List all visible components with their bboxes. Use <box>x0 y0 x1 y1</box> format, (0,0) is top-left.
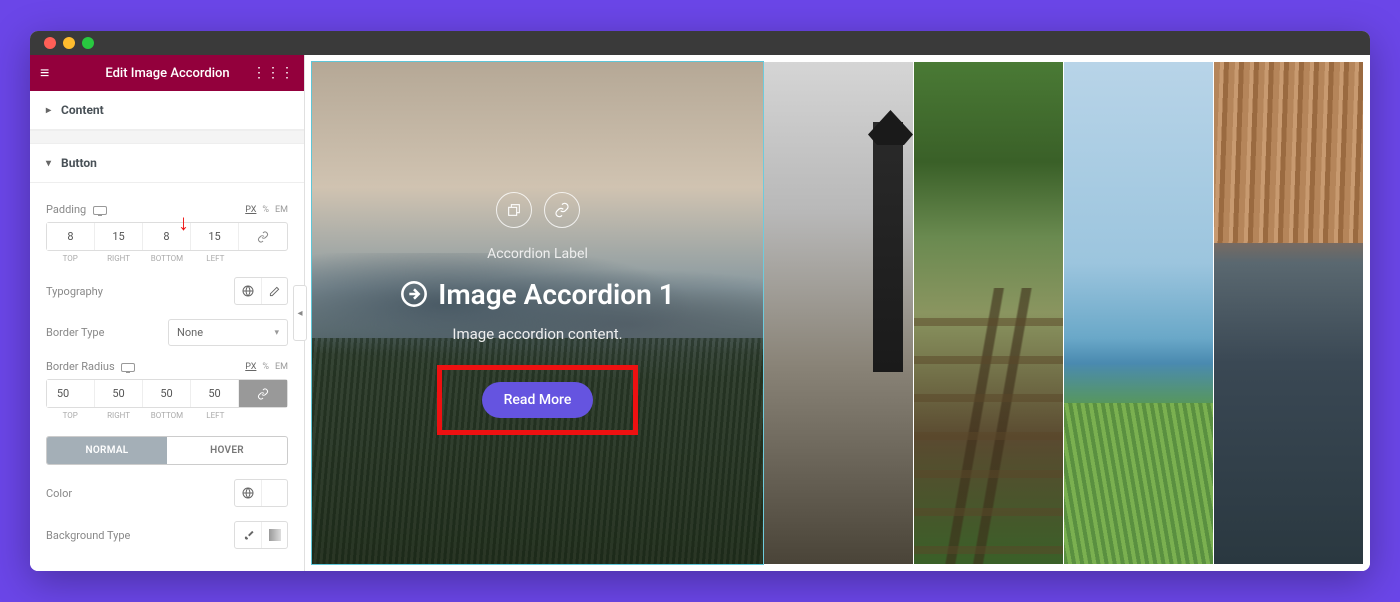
section-button-body: Padding PX % EM <box>30 183 304 571</box>
padding-bottom-input[interactable] <box>143 223 191 250</box>
window-maximize-icon[interactable] <box>82 37 94 49</box>
globe-icon <box>242 487 254 499</box>
color-label: Color <box>46 487 72 500</box>
border-type-value: None <box>177 326 203 339</box>
accordion-title: Image Accordion 1 <box>438 278 674 311</box>
state-tabs: NORMAL HOVER <box>46 436 288 465</box>
bg-type-row: Background Type <box>46 521 288 549</box>
padding-right-input[interactable] <box>95 223 143 250</box>
radius-top-input[interactable] <box>47 380 95 407</box>
collapse-sidebar-handle[interactable]: ◂ <box>293 285 307 341</box>
responsive-icon[interactable] <box>93 206 107 215</box>
section-button-toggle[interactable]: Button <box>30 144 304 183</box>
window-close-icon[interactable] <box>44 37 56 49</box>
border-radius-label: Border Radius <box>46 360 135 373</box>
radius-bottom-input[interactable] <box>143 380 191 407</box>
expand-icon <box>506 202 522 218</box>
accordion-item-1[interactable]: Accordion Label Image Accordion 1 Image … <box>312 62 763 564</box>
accordion-title-row: Image Accordion 1 <box>400 278 674 311</box>
typography-label: Typography <box>46 285 103 298</box>
pencil-icon <box>269 286 280 297</box>
padding-left-input[interactable] <box>191 223 239 250</box>
panel-header: ≡ Edit Image Accordion ⋮⋮⋮ <box>30 55 304 91</box>
window-minimize-icon[interactable] <box>63 37 75 49</box>
accordion-item-5[interactable] <box>1213 62 1363 564</box>
window-titlebar <box>30 31 1370 55</box>
radius-sublabels: TOP RIGHT BOTTOM LEFT <box>46 411 288 420</box>
section-content-label: Content <box>61 103 104 117</box>
unit-px[interactable]: PX <box>245 205 256 215</box>
padding-row: Padding PX % EM <box>46 203 288 216</box>
editor-sidebar: ≡ Edit Image Accordion ⋮⋮⋮ Content Butto… <box>30 55 305 571</box>
border-radius-row: Border Radius PX % EM <box>46 360 288 373</box>
section-content-toggle[interactable]: Content <box>30 91 304 130</box>
accordion-image-2 <box>764 62 913 564</box>
unit-pct[interactable]: % <box>262 205 269 215</box>
padding-top-input[interactable] <box>47 223 95 250</box>
app-body: ≡ Edit Image Accordion ⋮⋮⋮ Content Butto… <box>30 55 1370 571</box>
bg-gradient-button[interactable] <box>261 522 287 548</box>
padding-inputs <box>46 222 288 251</box>
accordion-overlay: Accordion Label Image Accordion 1 Image … <box>312 62 763 564</box>
accordion-image-4 <box>1064 62 1213 564</box>
link-icon <box>257 231 269 243</box>
section-spacer <box>30 130 304 144</box>
border-type-row: Border Type None <box>46 319 288 346</box>
tab-hover[interactable]: HOVER <box>167 437 287 464</box>
border-radius-units: PX % EM <box>245 362 288 372</box>
accordion-text: Image accordion content. <box>452 325 622 343</box>
color-row: Color <box>46 479 288 507</box>
link-icon-button[interactable] <box>544 192 580 228</box>
link-icon <box>257 388 269 400</box>
color-globe-button[interactable] <box>235 480 261 506</box>
accordion-image-3 <box>914 62 1063 564</box>
bg-type-label: Background Type <box>46 529 130 542</box>
brush-icon <box>243 530 254 541</box>
accordion-image-5 <box>1214 62 1363 564</box>
typography-globe-button[interactable] <box>235 278 261 304</box>
border-radius-inputs <box>46 379 288 408</box>
preview-canvas: ◂ Accordion Label Image <box>305 55 1370 571</box>
bg-type-controls <box>234 521 288 549</box>
unit-px[interactable]: PX <box>245 362 256 372</box>
color-controls <box>234 479 288 507</box>
accordion-item-3[interactable] <box>913 62 1063 564</box>
annotation-highlight: Read More <box>437 365 639 435</box>
responsive-icon[interactable] <box>121 363 135 372</box>
unit-pct[interactable]: % <box>262 362 269 372</box>
tab-normal[interactable]: NORMAL <box>47 437 167 464</box>
widgets-grid-icon[interactable]: ⋮⋮⋮ <box>252 65 294 81</box>
radius-right-input[interactable] <box>95 380 143 407</box>
padding-label: Padding <box>46 203 107 216</box>
unit-em[interactable]: EM <box>275 362 288 372</box>
section-button-label: Button <box>61 156 97 170</box>
typography-edit-button[interactable] <box>261 278 287 304</box>
accordion-label: Accordion Label <box>487 246 588 262</box>
border-type-label: Border Type <box>46 326 104 339</box>
accordion-item-4[interactable] <box>1063 62 1213 564</box>
padding-link-toggle[interactable] <box>239 223 287 250</box>
gradient-icon <box>269 529 281 541</box>
globe-icon <box>242 285 254 297</box>
border-type-select[interactable]: None <box>168 319 288 346</box>
bg-classic-button[interactable] <box>235 522 261 548</box>
padding-sublabels: TOP RIGHT BOTTOM LEFT <box>46 254 288 263</box>
overlay-icon-row <box>496 192 580 228</box>
link-icon <box>554 202 570 218</box>
typography-controls <box>234 277 288 305</box>
lightbox-icon-button[interactable] <box>496 192 532 228</box>
typography-row: Typography <box>46 277 288 305</box>
read-more-button[interactable]: Read More <box>482 382 594 418</box>
radius-left-input[interactable] <box>191 380 239 407</box>
accordion-item-2[interactable] <box>763 62 913 564</box>
color-swatch-button[interactable] <box>261 480 287 506</box>
radius-link-toggle[interactable] <box>239 380 287 407</box>
menu-icon[interactable]: ≡ <box>40 63 49 83</box>
browser-window: ≡ Edit Image Accordion ⋮⋮⋮ Content Butto… <box>30 31 1370 571</box>
arrow-circle-right-icon <box>400 280 428 308</box>
padding-units: PX % EM <box>245 205 288 215</box>
unit-em[interactable]: EM <box>275 205 288 215</box>
